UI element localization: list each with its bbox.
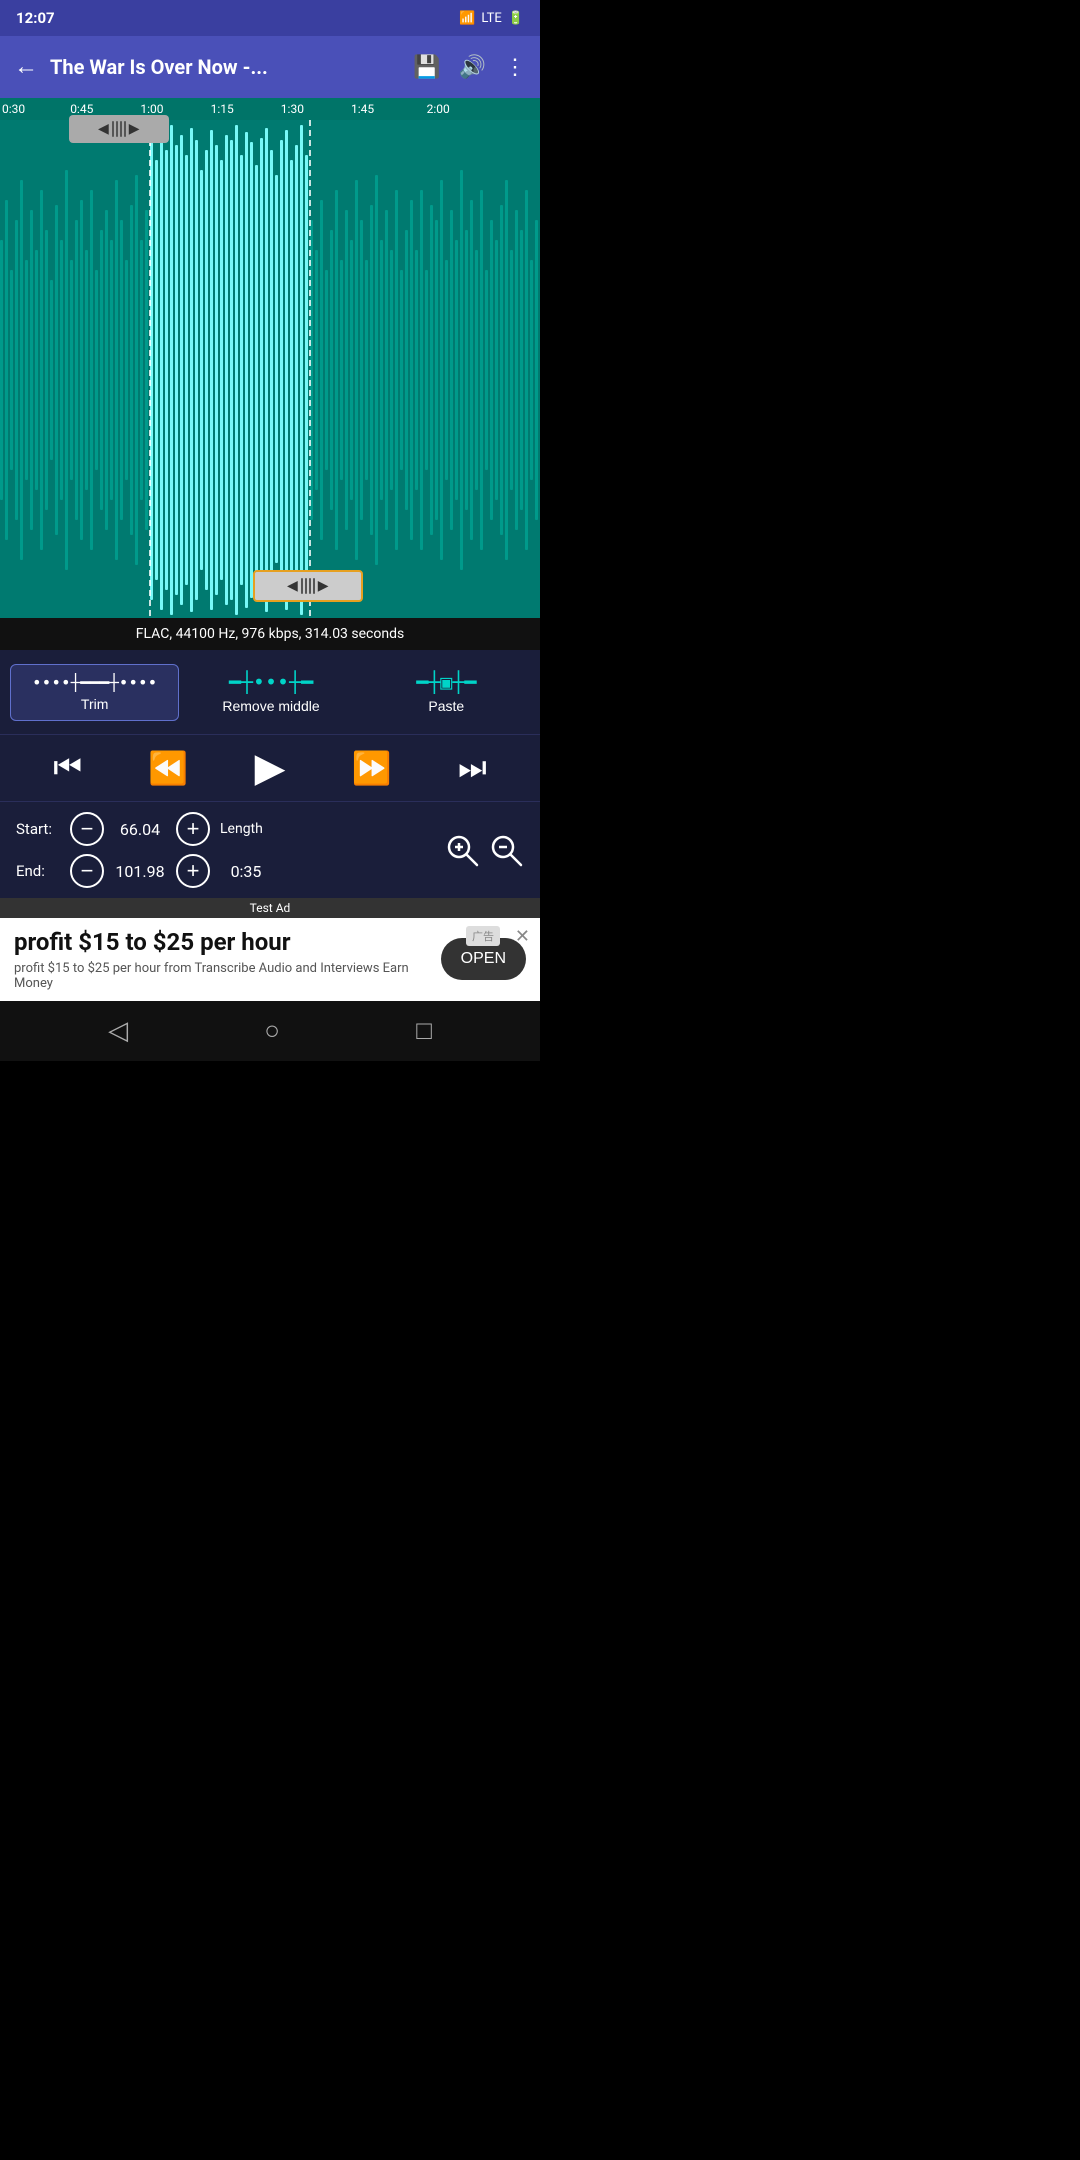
trim-label: Trim — [81, 696, 108, 712]
toolbar-action-icons: 💾 🔊 ⋮ — [413, 54, 526, 80]
end-minus-button[interactable]: − — [70, 854, 104, 888]
ad-test-label: Test Ad — [0, 898, 540, 918]
zoom-out-button[interactable] — [488, 832, 524, 868]
lte-label: LTE — [481, 11, 501, 26]
zoom-controls — [444, 832, 524, 868]
paste-icon: ━┼▣┼━ — [416, 670, 476, 694]
selection-fields: Start: − 66.04 + Length End: − 101.98 + … — [16, 812, 436, 888]
waveform-svg — [0, 120, 540, 618]
ad-container: Test Ad profit $15 to $25 per hour profi… — [0, 898, 540, 1001]
skip-to-start-button[interactable]: ⏮ — [53, 749, 82, 787]
playback-controls: ⏮ ⏪ ▶ ⏩ ⏭ — [0, 734, 540, 801]
paste-button[interactable]: ━┼▣┼━ Paste — [363, 662, 530, 722]
status-time: 12:07 — [16, 9, 55, 27]
page-title: The War Is Over Now -... — [50, 55, 401, 79]
status-icons: 📶 LTE 🔋 — [459, 11, 524, 26]
ad-badge: 广告 — [466, 926, 500, 946]
file-info-bar: FLAC, 44100 Hz, 976 kbps, 314.03 seconds — [0, 618, 540, 650]
toolbar: ← The War Is Over Now -... 💾 🔊 ⋮ — [0, 36, 540, 98]
left-handle[interactable]: ◀ ▶ — [69, 115, 169, 143]
length-value: 0:35 — [216, 862, 276, 881]
start-label: Start: — [16, 820, 64, 838]
rewind-button[interactable]: ⏪ — [148, 749, 188, 787]
remove-middle-label: Remove middle — [222, 698, 319, 714]
file-info-text: FLAC, 44100 Hz, 976 kbps, 314.03 seconds — [136, 626, 404, 642]
battery-icon: 🔋 — [508, 11, 524, 26]
remove-middle-icon: ━┼•••┼━ — [229, 670, 313, 694]
nav-home-button[interactable]: ○ — [264, 1015, 280, 1046]
more-button[interactable]: ⋮ — [504, 54, 526, 80]
start-value: 66.04 — [110, 820, 170, 839]
handle-left-arrow: ◀ — [98, 121, 109, 137]
right-handle[interactable]: ◀ ▶ — [253, 570, 363, 602]
remove-middle-button[interactable]: ━┼•••┼━ Remove middle — [187, 662, 354, 722]
fast-forward-button[interactable]: ⏩ — [352, 749, 392, 787]
paste-label: Paste — [428, 698, 464, 714]
start-plus-button[interactable]: + — [176, 812, 210, 846]
nav-recents-button[interactable]: □ — [416, 1015, 432, 1046]
timeline-mark-4: 1:30 — [281, 102, 304, 116]
handle-right-arrow2: ▶ — [318, 578, 329, 594]
ad-close-button[interactable]: ✕ — [515, 926, 530, 947]
start-row: Start: − 66.04 + Length — [16, 812, 436, 846]
ad-text: profit $15 to $25 per hour profit $15 to… — [14, 928, 429, 991]
handle-left-arrow2: ◀ — [287, 578, 298, 594]
timeline-mark-2: 1:00 — [140, 102, 163, 116]
waveform-area[interactable]: 0:30 0:45 1:00 1:15 1:30 1:45 2:00 — [0, 98, 540, 618]
save-button[interactable]: 💾 — [413, 54, 440, 80]
back-button[interactable]: ← — [14, 53, 38, 81]
end-row: End: − 101.98 + 0:35 — [16, 854, 436, 888]
ad-banner: profit $15 to $25 per hour profit $15 to… — [0, 918, 540, 1001]
end-plus-button[interactable]: + — [176, 854, 210, 888]
status-bar: 12:07 📶 LTE 🔋 — [0, 0, 540, 36]
signal-icon: 📶 — [459, 11, 475, 26]
end-value: 101.98 — [110, 862, 170, 881]
zoom-out-icon — [488, 832, 524, 868]
timeline-mark-5: 1:45 — [351, 102, 374, 116]
timeline-mark-6: 2:00 — [427, 102, 450, 116]
end-label: End: — [16, 862, 64, 880]
selection-info: Start: − 66.04 + Length End: − 101.98 + … — [0, 801, 540, 898]
ad-subtitle: profit $15 to $25 per hour from Transcri… — [14, 961, 429, 991]
timeline-mark-3: 1:15 — [211, 102, 234, 116]
skip-to-end-button[interactable]: ⏭ — [458, 749, 487, 787]
nav-bar: ◁ ○ □ — [0, 1001, 540, 1061]
play-button[interactable]: ▶ — [255, 745, 286, 791]
length-label: Length — [220, 821, 274, 837]
timeline-mark-0: 0:30 — [2, 102, 25, 116]
trim-icon: ••••┼━━━┼•••• — [32, 673, 157, 692]
timeline-mark-1: 0:45 — [70, 102, 93, 116]
handle-grip2 — [301, 578, 315, 594]
ad-title: profit $15 to $25 per hour — [14, 928, 429, 957]
start-minus-button[interactable]: − — [70, 812, 104, 846]
handle-grip — [112, 121, 126, 137]
trim-button[interactable]: ••••┼━━━┼•••• Trim — [10, 664, 179, 721]
edit-buttons-row: ••••┼━━━┼•••• Trim ━┼•••┼━ Remove middle… — [0, 650, 540, 734]
zoom-in-icon — [444, 832, 480, 868]
nav-back-button[interactable]: ◁ — [108, 1015, 128, 1046]
volume-button[interactable]: 🔊 — [459, 54, 486, 80]
handle-right-arrow: ▶ — [129, 121, 140, 137]
zoom-in-button[interactable] — [444, 832, 480, 868]
